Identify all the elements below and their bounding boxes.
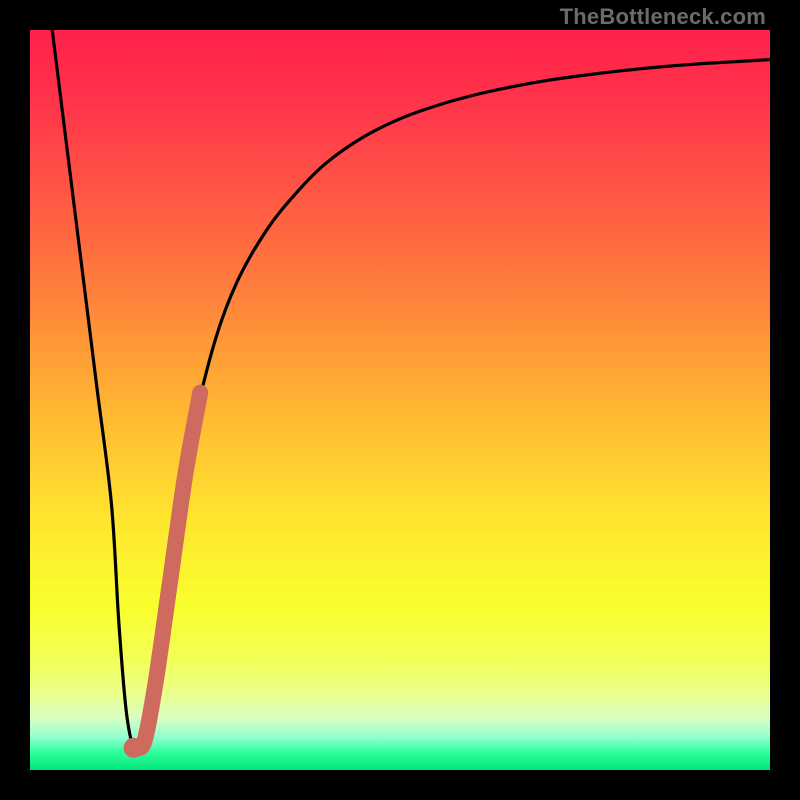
highlight-segment (137, 393, 200, 748)
chart-frame: TheBottleneck.com (0, 0, 800, 800)
chart-curves (30, 30, 770, 770)
minimum-marker (124, 738, 144, 758)
plot-area (30, 30, 770, 770)
watermark-text: TheBottleneck.com (560, 4, 766, 30)
